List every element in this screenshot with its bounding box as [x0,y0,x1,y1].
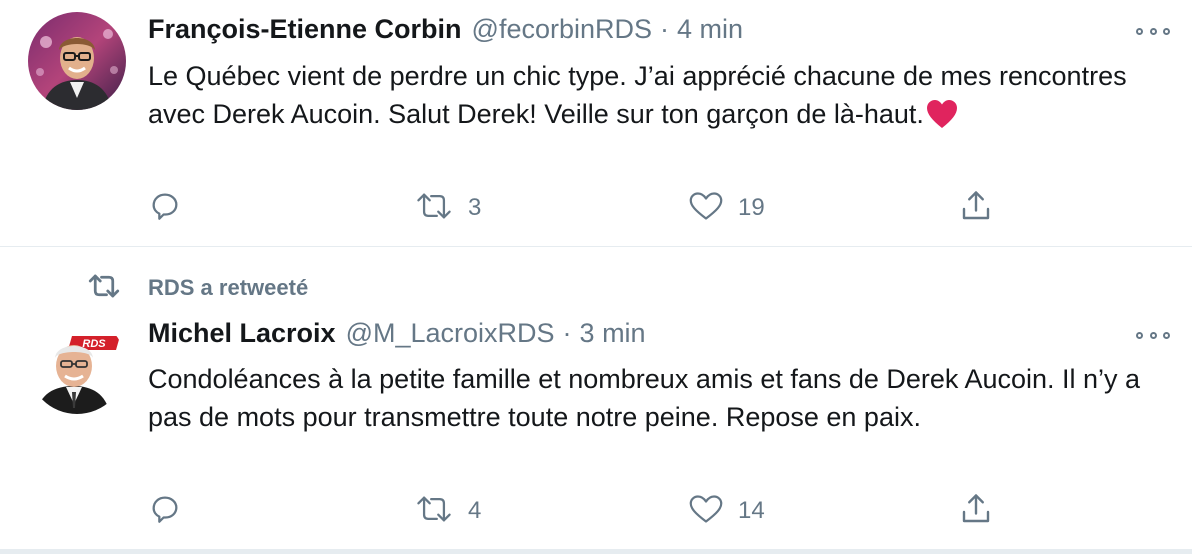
author-name[interactable]: Michel Lacroix [148,318,336,349]
avatar[interactable]: RDS [28,316,126,414]
retweet-button[interactable]: 4 [414,491,481,531]
retweet-button[interactable]: 3 [414,188,481,228]
reply-icon [148,189,182,228]
retweet-context-label[interactable]: RDS a retweeté [148,275,308,301]
rds-logo-text: RDS [82,338,106,350]
tweet-actions: 3 19 [148,188,1048,228]
tweet-text-content: Le Québec vient de perdre un chic type. … [148,61,1127,129]
timestamp[interactable]: 4 min [677,14,743,45]
tweet-text: Le Québec vient de perdre un chic type. … [148,57,1158,139]
more-icon[interactable] [1136,329,1170,341]
reply-icon [148,492,182,531]
tweet-1[interactable]: François-Etienne Corbin @fecorbinRDS · 4… [0,0,1192,247]
share-icon [958,188,994,229]
like-icon [688,492,724,531]
reply-button[interactable] [148,491,196,531]
tweet-text: Condoléances à la petite famille et nomb… [148,360,1158,436]
more-icon[interactable] [1136,25,1170,37]
like-count: 14 [738,497,765,524]
timestamp[interactable]: 3 min [580,318,646,349]
author-handle[interactable]: @fecorbinRDS [472,14,652,45]
red-heart-emoji-icon [926,99,958,139]
tweet-header: Michel Lacroix @M_LacroixRDS · 3 min [148,318,646,352]
separator-dot: · [660,14,670,44]
timeline-divider [0,549,1192,554]
retweet-icon [414,492,454,531]
tweet-header: François-Etienne Corbin @fecorbinRDS · 4… [148,14,743,48]
tweet-2[interactable]: RDS a retweeté RDS Michel Lacroix @M_Lac… [0,247,1192,549]
separator-dot: · [562,318,572,348]
like-button[interactable]: 14 [688,491,765,531]
retweet-icon [414,189,454,228]
author-name[interactable]: François-Etienne Corbin [148,14,462,45]
retweet-icon [84,271,124,306]
retweet-context: RDS a retweeté [84,273,308,303]
tweet-text-content: Condoléances à la petite famille et nomb… [148,364,1141,432]
author-handle[interactable]: @M_LacroixRDS [346,318,555,349]
share-icon [958,491,994,532]
share-button[interactable] [958,188,994,228]
avatar[interactable] [28,12,126,110]
share-button[interactable] [958,491,994,531]
retweet-count: 3 [468,194,482,221]
like-icon [688,189,724,228]
retweet-count: 4 [468,497,482,524]
reply-button[interactable] [148,188,196,228]
like-count: 19 [738,194,765,221]
tweet-actions: 4 14 [148,491,1048,531]
like-button[interactable]: 19 [688,188,765,228]
